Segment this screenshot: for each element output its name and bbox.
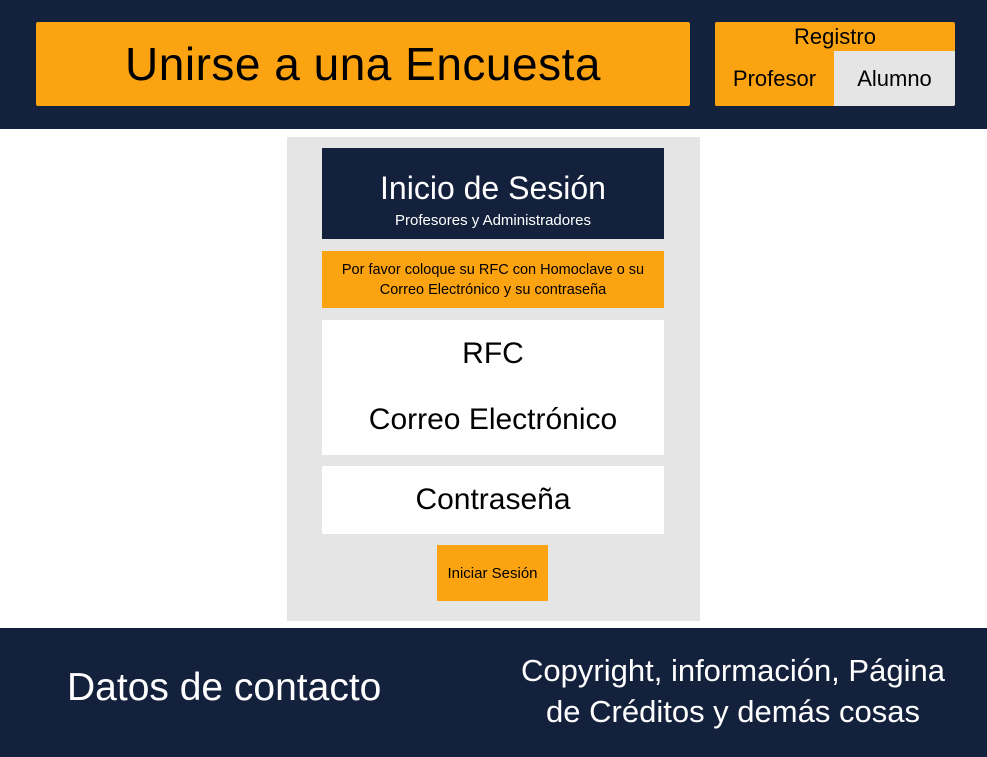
join-survey-button[interactable]: Unirse a una Encuesta xyxy=(36,22,690,106)
instructions-line-1: Por favor coloque su RFC con Homoclave o… xyxy=(341,261,645,278)
login-subtitle: Profesores y Administradores xyxy=(395,212,591,229)
registro-profesor-button[interactable]: Profesor xyxy=(715,51,834,106)
login-header: Inicio de Sesión Profesores y Administra… xyxy=(322,148,664,239)
login-button[interactable]: Iniciar Sesión xyxy=(437,545,548,601)
footer-contact-link[interactable]: Datos de contacto xyxy=(67,666,381,710)
rfc-email-field[interactable]: RFC Correo Electrónico xyxy=(322,320,664,455)
login-instructions: Por favor coloque su RFC con Homoclave o… xyxy=(322,251,664,308)
registro-title: Registro xyxy=(794,23,876,49)
footer: Datos de contacto Copyright, información… xyxy=(0,628,987,757)
footer-copyright: Copyright, información, Página de Crédit… xyxy=(490,650,976,732)
email-label: Correo Electrónico xyxy=(368,403,618,436)
registro-panel: Registro Profesor Alumno xyxy=(715,22,955,106)
header-bar: Unirse a una Encuesta Registro Profesor … xyxy=(0,0,987,129)
copyright-line-2: de Créditos y demás cosas xyxy=(546,694,920,729)
copyright-line-1: Copyright, información, Página xyxy=(521,653,945,688)
password-field[interactable]: Contraseña xyxy=(322,466,664,534)
instructions-line-2: Correo Electrónico y su contraseña xyxy=(379,281,607,298)
login-title: Inicio de Sesión xyxy=(380,170,606,206)
rfc-label: RFC xyxy=(462,337,524,370)
registro-alumno-button[interactable]: Alumno xyxy=(834,51,955,106)
